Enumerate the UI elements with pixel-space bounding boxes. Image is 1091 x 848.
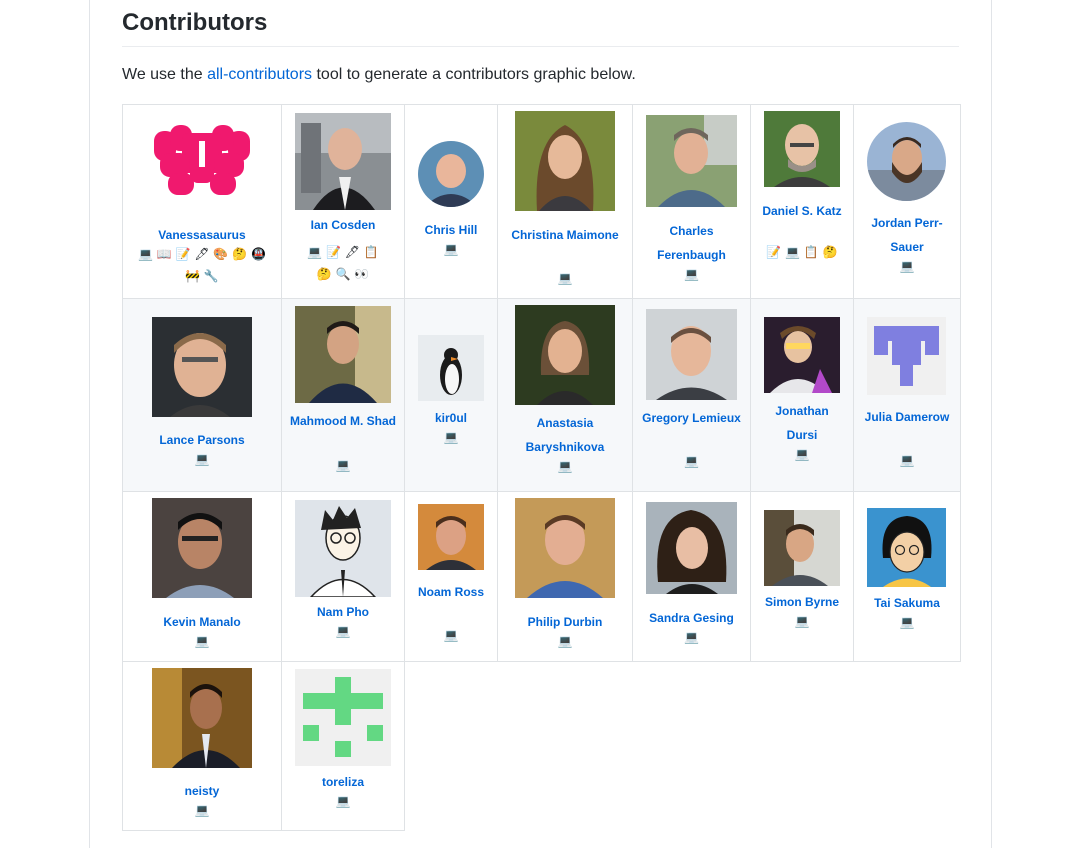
- contributor-cell: Sandra Gesing 💻: [632, 491, 751, 662]
- avatar-lance-parsons[interactable]: [152, 317, 252, 417]
- contributor-cell: Jordan Perr-Sauer 💻: [853, 104, 961, 299]
- contributor-name[interactable]: Noam Ross: [405, 580, 497, 604]
- avatar-tai-sakuma[interactable]: [867, 508, 946, 587]
- contributors-table: Vanessasaurus 💻 📖 📝 🖋 🎨 🤔 🚇 🚧 🔧 Ian Cosd…: [122, 104, 961, 831]
- contributor-name[interactable]: Anastasia Baryshnikova: [498, 411, 632, 459]
- contribution-icons[interactable]: 💻: [854, 255, 960, 277]
- contributor-name[interactable]: Christina Maimone: [498, 223, 632, 247]
- contributor-cell: Jonathan Dursi 💻: [750, 298, 854, 492]
- avatar-christina-maimone[interactable]: [515, 111, 615, 211]
- avatar-gregory-lemieux[interactable]: [646, 309, 737, 400]
- contribution-icons[interactable]: 💻: [282, 790, 404, 812]
- contribution-icons[interactable]: 💻: [751, 610, 853, 632]
- contribution-icons[interactable]: 💻: [498, 630, 632, 652]
- contributor-cell: Anastasia Baryshnikova 💻: [497, 298, 633, 492]
- avatar-jonathan-dursi[interactable]: [764, 317, 840, 393]
- contributor-cell: toreliza 💻: [281, 661, 405, 831]
- avatar-chris-hill[interactable]: [418, 141, 484, 207]
- contributor-cell: Noam Ross 💻: [404, 491, 498, 662]
- contribution-icons[interactable]: 💻: [751, 443, 853, 465]
- contributor-cell: Kevin Manalo 💻: [122, 491, 282, 662]
- contributor-name[interactable]: Daniel S. Katz: [751, 199, 853, 223]
- contributor-cell: Nam Pho 💻: [281, 491, 405, 662]
- contributor-cell: Simon Byrne 💻: [750, 491, 854, 662]
- contributor-name[interactable]: Gregory Lemieux: [633, 406, 750, 430]
- contribution-icons[interactable]: 💻: [123, 630, 281, 652]
- avatar-anastasia-baryshnikova[interactable]: [515, 305, 615, 405]
- contribution-icons[interactable]: 💻: [123, 448, 281, 470]
- intro-before: We use the: [122, 66, 208, 83]
- heading-divider: [122, 46, 959, 47]
- avatar-ian-cosden[interactable]: [295, 113, 391, 210]
- contribution-icons[interactable]: 💻: [405, 426, 497, 448]
- contribution-icons[interactable]: 💻: [854, 611, 960, 633]
- contribution-icons[interactable]: 💻: [498, 267, 632, 289]
- contributor-name[interactable]: Mahmood M. Shad: [282, 409, 404, 433]
- avatar-kir0ul[interactable]: [418, 335, 484, 401]
- contribution-icons[interactable]: 💻: [123, 799, 281, 821]
- avatar-daniel-s-katz[interactable]: [764, 111, 840, 187]
- avatar-simon-byrne[interactable]: [764, 510, 840, 586]
- contributor-cell: neisty 💻: [122, 661, 282, 831]
- contributor-cell: Mahmood M. Shad 💻: [281, 298, 405, 492]
- intro-after: tool to generate a contributors graphic …: [312, 66, 636, 83]
- avatar-neisty[interactable]: [152, 668, 252, 768]
- contribution-icons[interactable]: 💻: [405, 238, 497, 260]
- contribution-icons[interactable]: 💻: [633, 263, 750, 285]
- contributor-cell: Vanessasaurus 💻 📖 📝 🖋 🎨 🤔 🚇 🚧 🔧: [122, 104, 282, 299]
- avatar-nam-pho[interactable]: [295, 500, 391, 597]
- contributor-cell: Daniel S. Katz 📝 💻 📋 🤔: [750, 104, 854, 299]
- contributor-name[interactable]: Jonathan Dursi: [751, 399, 853, 447]
- contributor-name[interactable]: Julia Damerow: [854, 405, 960, 429]
- all-contributors-link[interactable]: all-contributors: [207, 66, 312, 83]
- avatar-jordan-perr-sauer[interactable]: [867, 122, 946, 201]
- contributor-cell: Tai Sakuma 💻: [853, 491, 961, 662]
- contribution-icons[interactable]: 💻 📖 📝 🖋 🎨 🤔 🚇 🚧 🔧: [123, 243, 281, 287]
- contribution-icons[interactable]: 💻: [633, 450, 750, 472]
- contributor-name[interactable]: Ian Cosden: [282, 213, 404, 237]
- contributor-cell: Chris Hill 💻: [404, 104, 498, 299]
- contribution-icons[interactable]: 💻: [282, 454, 404, 476]
- contributor-name[interactable]: Charles Ferenbaugh: [633, 219, 750, 267]
- contribution-icons[interactable]: 💻: [405, 624, 497, 646]
- avatar-kevin-manalo[interactable]: [152, 498, 252, 598]
- contributor-cell: Ian Cosden 💻 📝 🖋 📋 🤔 🔍 👀: [281, 104, 405, 299]
- contribution-icons[interactable]: 📝 💻 📋 🤔: [751, 241, 853, 263]
- contributor-cell: Christina Maimone 💻: [497, 104, 633, 299]
- avatar-sandra-gesing[interactable]: [646, 502, 737, 594]
- contributor-cell: kir0ul 💻: [404, 298, 498, 492]
- avatar-vanessasaurus[interactable]: [152, 123, 252, 199]
- contributor-cell: Lance Parsons 💻: [122, 298, 282, 492]
- contribution-icons[interactable]: 💻: [498, 455, 632, 477]
- contributor-cell: Julia Damerow 💻: [853, 298, 961, 492]
- section-heading: Contributors: [122, 9, 268, 36]
- contributor-cell: Philip Durbin 💻: [497, 491, 633, 662]
- contributor-name[interactable]: Jordan Perr-Sauer: [854, 211, 960, 259]
- readme-section: Contributors We use the all-contributors…: [89, 0, 992, 848]
- avatar-philip-durbin[interactable]: [515, 498, 615, 598]
- avatar-mahmood-m-shad[interactable]: [295, 306, 391, 403]
- contribution-icons[interactable]: 💻: [854, 449, 960, 471]
- contributor-cell: Charles Ferenbaugh 💻: [632, 104, 751, 299]
- contribution-icons[interactable]: 💻 📝 🖋 📋 🤔 🔍 👀: [282, 241, 404, 285]
- contribution-icons[interactable]: 💻: [633, 626, 750, 648]
- avatar-noam-ross[interactable]: [418, 504, 484, 570]
- avatar-charles-ferenbaugh[interactable]: [646, 115, 737, 207]
- contributor-cell: Gregory Lemieux 💻: [632, 298, 751, 492]
- intro-text: We use the all-contributors tool to gene…: [122, 64, 636, 86]
- contribution-icons[interactable]: 💻: [282, 620, 404, 642]
- avatar-toreliza[interactable]: [295, 669, 391, 766]
- avatar-julia-damerow[interactable]: [867, 317, 946, 395]
